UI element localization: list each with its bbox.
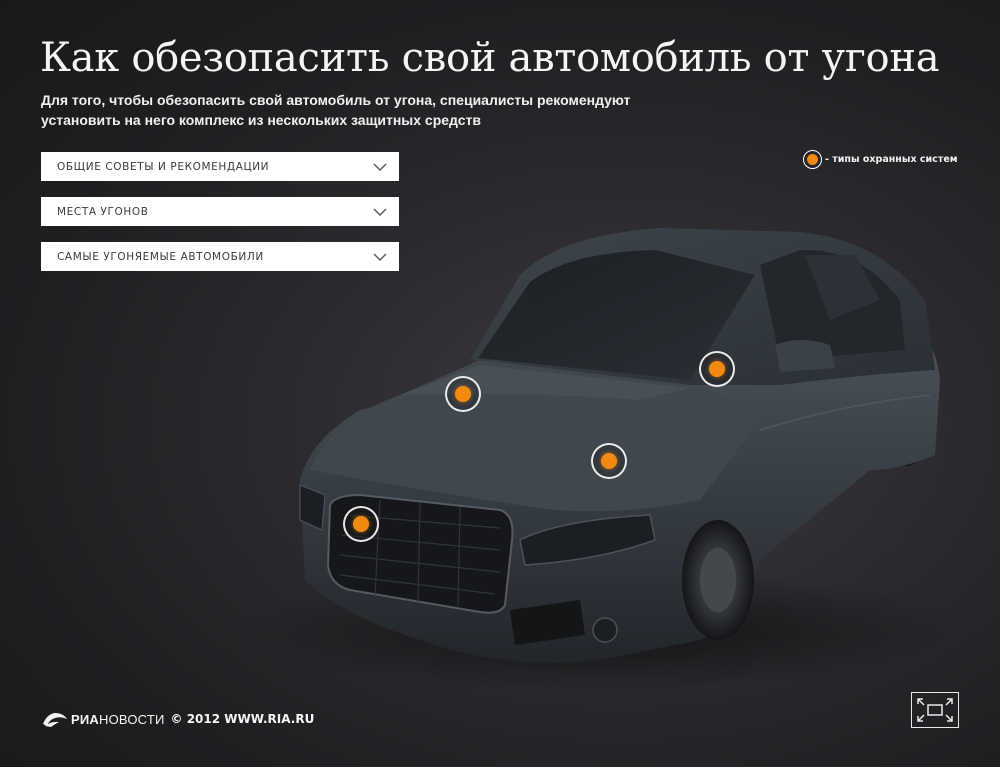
- dropdown-theft-places[interactable]: МЕСТА УГОНОВ: [41, 197, 399, 226]
- orange-dot-icon: [455, 386, 471, 402]
- hotspot-grille[interactable]: [343, 506, 379, 542]
- copyright: © 2012 WWW.RIA.RU: [170, 712, 315, 726]
- hotspot-hood[interactable]: [445, 376, 481, 412]
- fullscreen-button[interactable]: [911, 692, 959, 728]
- orange-dot-icon: [353, 516, 369, 532]
- legend: - типы охранных систем: [803, 150, 958, 169]
- orange-dot-icon: [709, 361, 725, 377]
- dropdown-label: МЕСТА УГОНОВ: [57, 205, 149, 218]
- chevron-down-icon: [373, 208, 387, 216]
- footer: РИА НОВОСТИ © 2012 WWW.RIA.RU: [41, 708, 314, 730]
- hotspot-engine[interactable]: [591, 443, 627, 479]
- page-subtitle: Для того, чтобы обезопасить свой автомоб…: [41, 92, 631, 128]
- dropdown-label: ОБЩИЕ СОВЕТЫ И РЕКОМЕНДАЦИИ: [57, 160, 270, 173]
- page-title: Как обезопасить свой автомобиль от угона: [40, 35, 940, 81]
- brand-novosti: НОВОСТИ: [99, 711, 165, 727]
- chevron-down-icon: [373, 163, 387, 171]
- dropdown-most-stolen-cars[interactable]: САМЫЕ УГОНЯЕМЫЕ АВТОМОБИЛИ: [41, 242, 399, 271]
- fullscreen-icon: [917, 698, 953, 722]
- brand-ria: РИА: [71, 711, 100, 727]
- dropdown-label: САМЫЕ УГОНЯЕМЫЕ АВТОМОБИЛИ: [57, 250, 264, 263]
- ria-novosti-logo-icon: [43, 713, 67, 727]
- orange-dot-icon: [803, 150, 822, 169]
- orange-dot-icon: [601, 453, 617, 469]
- legend-text: - типы охранных систем: [825, 154, 958, 165]
- hotspot-windshield[interactable]: [699, 351, 735, 387]
- chevron-down-icon: [373, 253, 387, 261]
- dropdown-general-tips[interactable]: ОБЩИЕ СОВЕТЫ И РЕКОМЕНДАЦИИ: [41, 152, 399, 181]
